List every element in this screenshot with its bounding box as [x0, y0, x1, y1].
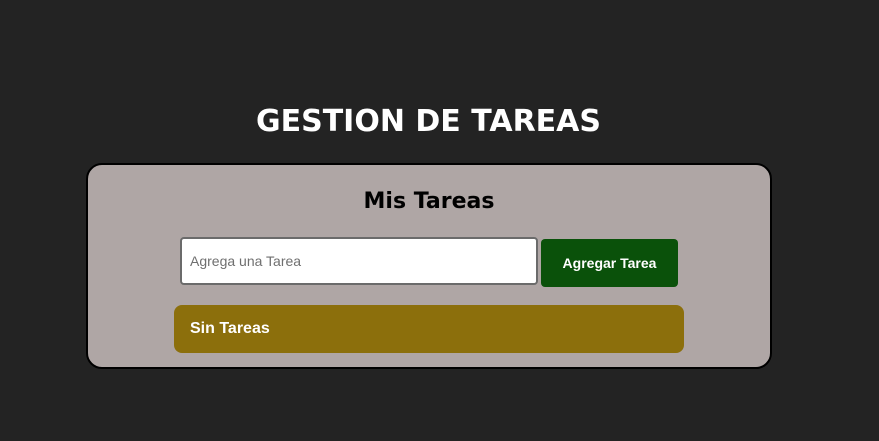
add-task-button[interactable]: Agregar Tarea — [541, 239, 678, 287]
tasks-card: Mis Tareas Agregar Tarea Sin Tareas — [86, 163, 772, 369]
task-input[interactable] — [180, 237, 538, 285]
page-title: GESTION DE TAREAS — [255, 104, 601, 139]
card-title: Mis Tareas — [363, 189, 495, 214]
empty-tasks-message: Sin Tareas — [174, 305, 684, 353]
app-page: GESTION DE TAREAS Mis Tareas Agregar Tar… — [0, 0, 879, 441]
